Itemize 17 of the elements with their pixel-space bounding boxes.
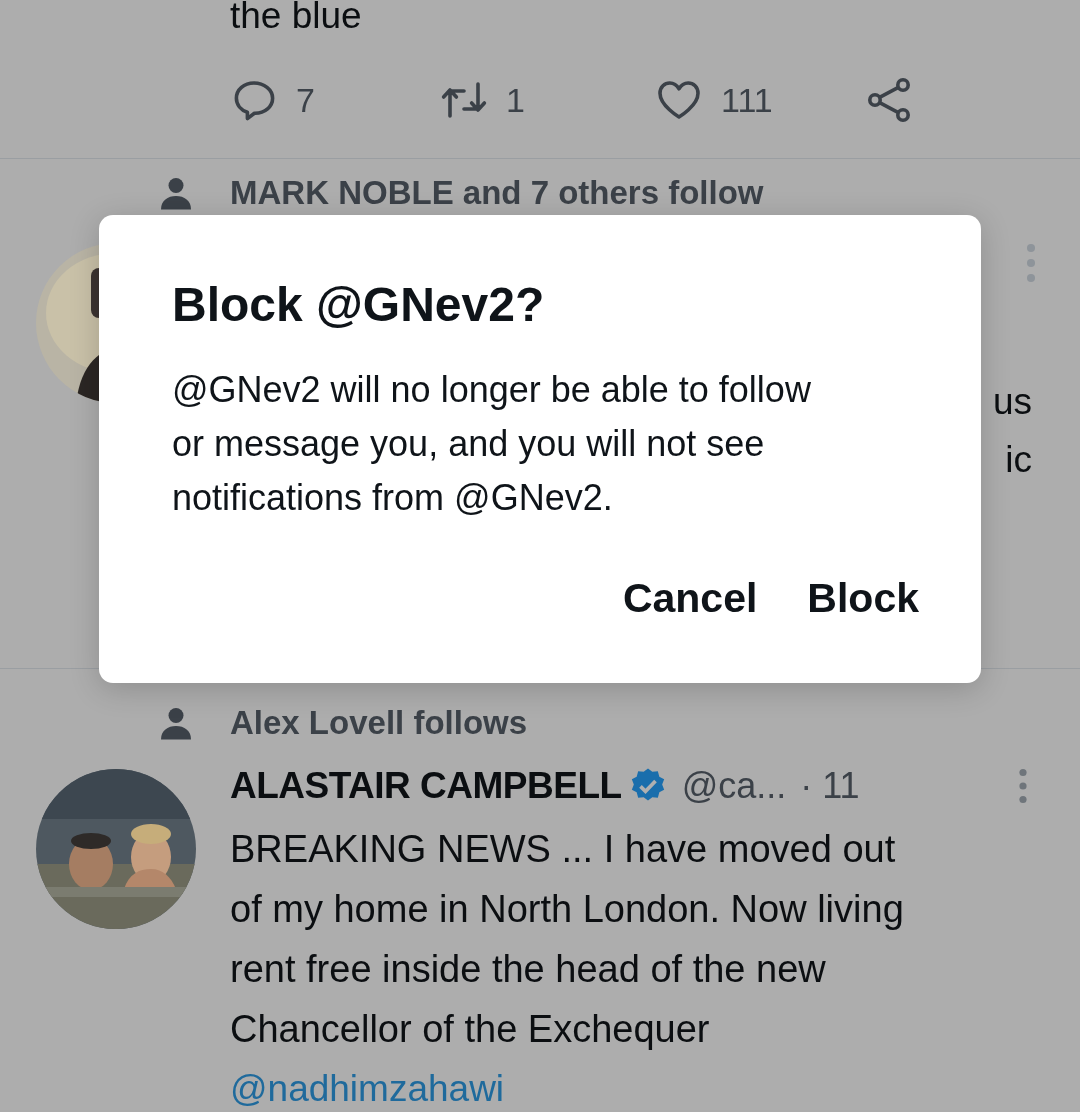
tweet-text: us bbox=[992, 380, 1032, 424]
block-button[interactable]: Block bbox=[807, 565, 919, 632]
author-name[interactable]: ALASTAIR CAMPBELL bbox=[230, 765, 622, 807]
action-count: 111 bbox=[721, 80, 773, 120]
tweet-text: ic bbox=[1005, 438, 1032, 482]
tweet-text: the blue bbox=[230, 0, 363, 36]
action-count: 1 bbox=[506, 80, 525, 120]
share-icon[interactable] bbox=[865, 76, 913, 124]
dialog-title: Block @GNev2? bbox=[172, 277, 546, 333]
author-handle: @ca... bbox=[681, 765, 787, 807]
tweet-time: · 11 bbox=[800, 765, 860, 807]
social-context: Alex Lovell follows bbox=[230, 704, 528, 742]
tweet-text: BREAKING NEWS ... I have moved out of my home in North London. Now living rent free inside the head of the new Chancellor of the Exchequer bbox=[230, 827, 905, 1052]
dialog-message: @GNev2 will no longer be able to follow or message you, and you will not see notifications from @GNev2. bbox=[172, 368, 812, 520]
action-count: 7 bbox=[296, 80, 315, 120]
social-context: MARK NOBLE and 7 others follow bbox=[230, 174, 764, 212]
cancel-button[interactable]: Cancel bbox=[622, 565, 758, 632]
